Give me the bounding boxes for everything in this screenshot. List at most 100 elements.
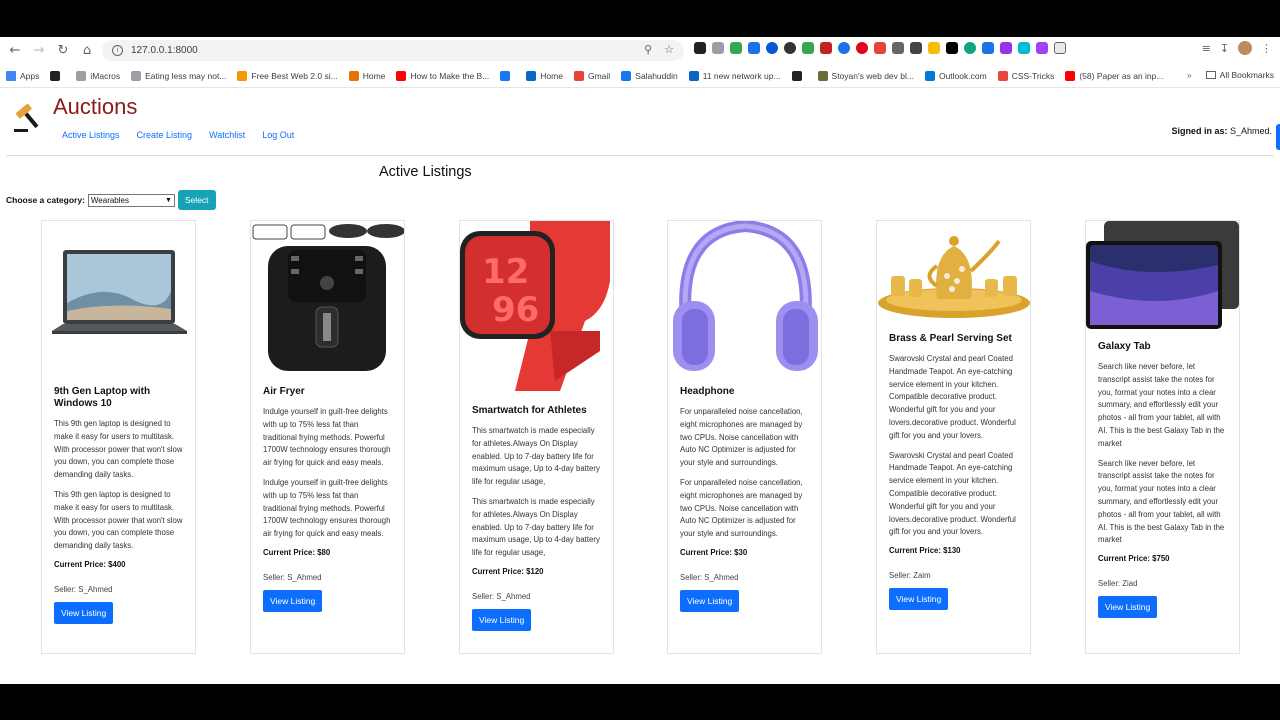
bookmark-item[interactable]: Home [348,70,385,81]
bookmark-item[interactable] [791,70,806,81]
extension-icon[interactable] [748,42,760,54]
nav-create-listing[interactable]: Create Listing [137,130,193,140]
extension-icon[interactable] [874,42,886,54]
air-fryer-image [251,221,404,376]
extension-icon[interactable] [694,42,706,54]
browser-window: ← → ↻ ⌂ i 127.0.0.1:8000 ⚲ ☆ ≡ ↧ ⋮ Apps … [0,37,1280,684]
extension-icon[interactable] [784,42,796,54]
bookmark-item[interactable]: Gmail [573,70,610,81]
bookmark-star-icon[interactable]: ☆ [664,43,674,56]
signed-in-status: Signed in as: S_Ahmed. [1171,126,1272,136]
bookmark-label: How to Make the B... [410,70,490,81]
extension-icon[interactable] [712,42,724,54]
site-info-icon[interactable]: i [112,45,123,56]
listing-seller: Seller: S_Ahmed [680,572,739,582]
home-icon[interactable]: ⌂ [75,39,99,63]
all-bookmarks[interactable]: » All Bookmarks [1187,70,1274,80]
listing-title: Headphone [680,386,735,397]
bookmark-item[interactable]: Stoyan's web dev bl... [817,70,914,81]
view-listing-button[interactable]: View Listing [54,601,114,624]
chevron-down-icon: ▼ [164,196,172,204]
bookmark-item[interactable]: Outlook.com [924,70,987,81]
listing-description: This smartwatch is made especially for a… [472,496,600,558]
bookmark-favicon-icon [573,70,584,81]
select-button[interactable]: Select [177,190,216,210]
edge-button[interactable] [1276,124,1280,150]
category-label: Choose a category: [6,195,85,205]
extension-icon[interactable] [910,42,922,54]
listing-title: Smartwatch for Athletes [472,405,587,416]
listing-seller: Seller: Ziad [1098,579,1138,589]
extensions-bar [694,42,1066,54]
reload-icon[interactable]: ↻ [51,39,75,63]
back-icon[interactable]: ← [3,39,27,63]
bookmark-item[interactable] [500,70,514,81]
bookmark-item[interactable]: Free Best Web 2.0 si... [237,70,338,81]
view-listing-button[interactable]: View Listing [680,589,740,612]
profile-avatar[interactable] [1238,41,1252,55]
bookmark-label: Home [540,70,563,81]
signed-in-user: S_Ahmed. [1229,126,1272,136]
extension-icon[interactable] [964,42,976,54]
listing-description: Swarovski Crystal and pearl Coated Handm… [889,450,1016,537]
bookmark-item[interactable] [50,70,64,81]
extension-icon[interactable] [1036,42,1048,54]
extension-icon[interactable] [838,42,850,54]
bookmark-item[interactable]: Eating less may not... [131,70,227,81]
extension-icon[interactable] [928,42,940,54]
bookmark-item[interactable]: Apps [6,70,40,81]
extension-icon[interactable] [856,42,868,54]
listing-card-body: Brass & Pearl Serving Set Swarovski Cryst… [877,333,1030,611]
menu-icon[interactable]: ⋮ [1261,42,1272,55]
nav-active-listings[interactable]: Active Listings [62,130,120,140]
view-listing-button[interactable]: View Listing [1098,596,1158,619]
bookmark-label: Salahuddin [635,70,678,81]
extension-icon[interactable] [766,42,778,54]
extension-icon[interactable] [982,42,994,54]
puzzle-icon[interactable] [1054,42,1066,54]
zoom-icon[interactable]: ⚲ [644,43,652,56]
bookmark-label: Eating less may not... [145,70,227,81]
bookmark-item[interactable]: (58) Paper as an inp... [1065,70,1163,81]
extension-icon[interactable] [1000,42,1012,54]
bookmark-item[interactable]: CSS-Tricks [997,70,1054,81]
listing-description: For unparalleled noise cancellation, eig… [680,407,803,468]
category-select[interactable]: Wearables ▼ [87,193,175,207]
extension-icon[interactable] [820,42,832,54]
listing-price: Current Price: $400 [54,559,126,569]
svg-text:96: 96 [492,290,539,330]
listing-seller: Seller: Zaim [889,571,931,581]
address-bar[interactable]: i 127.0.0.1:8000 ⚲ ☆ [102,40,684,61]
download-icon[interactable]: ↧ [1220,42,1229,55]
forward-icon[interactable]: → [27,39,51,63]
nav-log-out[interactable]: Log Out [262,130,294,140]
bookmark-item[interactable]: Salahuddin [621,70,678,81]
bookmark-item[interactable]: Home [526,70,563,81]
bookmark-item[interactable]: iMacros [76,70,120,81]
bookmark-item[interactable]: 11 new network up... [688,70,781,81]
listing-card-body: Air Fryer Indulge yourself in guilt-free … [251,386,404,612]
view-listing-button[interactable]: View Listing [263,589,323,612]
bookmark-favicon-icon [500,70,511,81]
listing-card-body: Headphone For unparalleled noise cancella… [668,386,821,612]
nav-watchlist[interactable]: Watchlist [209,130,245,140]
extension-icon[interactable] [892,42,904,54]
bookmark-item[interactable]: How to Make the B... [396,70,490,81]
view-listing-button[interactable]: View Listing [889,588,949,611]
teapot-set-image [877,221,1030,323]
extension-icon[interactable] [802,42,814,54]
view-listing-button[interactable]: View Listing [472,608,532,631]
extension-icon[interactable] [946,42,958,54]
chevron-right-icon[interactable]: » [1187,70,1192,80]
divider [6,155,1274,156]
all-bookmarks-label: All Bookmarks [1219,70,1274,80]
bookmark-label: Stoyan's web dev bl... [831,70,914,81]
extension-icon[interactable] [730,42,742,54]
listing-description: This 9th gen laptop is designed to make … [54,489,183,551]
bookmark-label: Apps [20,70,40,81]
listing-price: Current Price: $750 [1098,554,1170,564]
reading-list-icon[interactable]: ≡ [1202,42,1211,55]
listing-card-body: Galaxy Tab Search like never before, let … [1086,341,1239,619]
brand-title[interactable]: Auctions [53,94,137,120]
extension-icon[interactable] [1018,42,1030,54]
